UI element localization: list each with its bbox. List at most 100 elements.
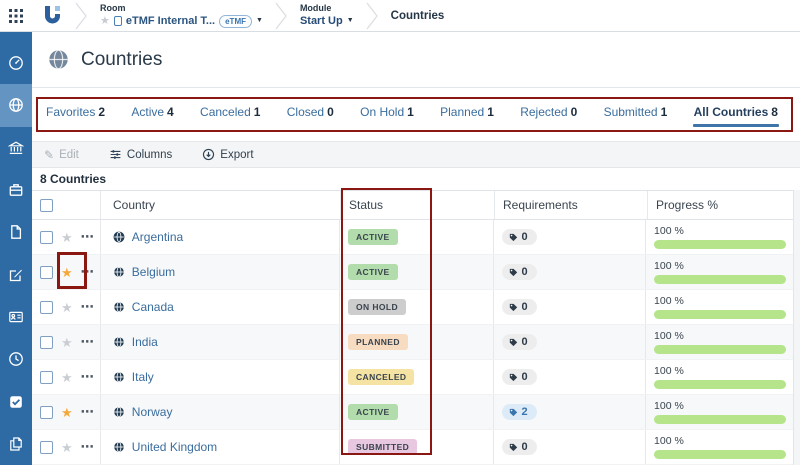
row-checkbox[interactable] <box>40 406 53 419</box>
table-body: ★ ⋯ Argentina ACTIVE 0 100 % <box>32 220 800 465</box>
country-link[interactable]: Italy <box>132 370 154 384</box>
table-row-norway: ★ ⋯ Norway ACTIVE 2 100 % <box>32 395 800 430</box>
row-actions-menu[interactable]: ⋯ <box>81 442 94 452</box>
status-badge: CANCELED <box>348 369 414 385</box>
globe-icon <box>113 371 125 383</box>
row-actions-menu[interactable]: ⋯ <box>81 267 94 277</box>
columns-button[interactable]: Columns <box>109 148 172 161</box>
favorite-star-icon[interactable]: ★ <box>61 301 73 314</box>
copy-files-icon <box>8 436 24 452</box>
sidebar-item-contacts[interactable] <box>0 296 32 338</box>
row-checkbox[interactable] <box>40 231 53 244</box>
status-badge: ACTIVE <box>348 264 398 280</box>
sidebar-item-institutions[interactable] <box>0 127 32 169</box>
tag-icon <box>509 268 518 277</box>
vertical-scrollbar[interactable] <box>793 190 800 465</box>
room-favorite-star-icon[interactable]: ★ <box>100 14 110 28</box>
column-header-status[interactable]: Status <box>340 191 494 219</box>
sidebar-item-copy-documents[interactable] <box>0 423 32 465</box>
row-actions-menu[interactable]: ⋯ <box>81 302 94 312</box>
row-actions-menu[interactable]: ⋯ <box>81 372 94 382</box>
favorite-star-icon[interactable]: ★ <box>61 336 73 349</box>
tab-all-countries[interactable]: All Countries8 <box>694 105 778 119</box>
tab-planned[interactable]: Planned1 <box>440 105 494 119</box>
favorite-star-icon[interactable]: ★ <box>61 231 73 244</box>
favorite-star-icon[interactable]: ★ <box>61 371 73 384</box>
pencil-icon: ✎ <box>44 148 54 162</box>
select-all-checkbox[interactable] <box>40 199 53 212</box>
country-link[interactable]: Norway <box>132 405 173 419</box>
tab-closed[interactable]: Closed0 <box>287 105 334 119</box>
tag-icon <box>509 233 518 242</box>
progress-value: 100 % <box>654 400 786 412</box>
module-caret-down-icon: ▼ <box>347 14 354 28</box>
requirements-chip[interactable]: 0 <box>502 264 537 280</box>
requirements-chip[interactable]: 2 <box>502 404 537 420</box>
row-actions-menu[interactable]: ⋯ <box>81 407 94 417</box>
tag-icon <box>509 303 518 312</box>
breadcrumb-module-selector[interactable]: Module Start Up ▼ <box>288 0 366 31</box>
column-header-country[interactable]: Country <box>100 191 340 219</box>
vault-logo-icon <box>44 5 61 26</box>
sidebar-item-products[interactable] <box>0 169 32 211</box>
dashboard-icon <box>8 55 24 71</box>
app-logo[interactable] <box>32 0 75 31</box>
row-checkbox[interactable] <box>40 336 53 349</box>
column-header-progress[interactable]: Progress % <box>647 191 800 219</box>
sidebar-item-documents[interactable] <box>0 211 32 253</box>
progress-indicator: 100 % <box>654 365 786 389</box>
requirements-chip[interactable]: 0 <box>502 369 537 385</box>
sidebar-item-forms[interactable] <box>0 253 32 295</box>
favorite-star-icon[interactable]: ★ <box>61 441 73 454</box>
row-checkbox[interactable] <box>40 266 53 279</box>
breadcrumb-room-selector[interactable]: Room ★ eTMF Internal T... eTMF ▼ <box>88 0 275 31</box>
bank-icon <box>8 140 24 156</box>
tag-icon <box>509 443 518 452</box>
column-header-requirements[interactable]: Requirements <box>494 191 647 219</box>
progress-value: 100 % <box>654 295 786 307</box>
tab-active[interactable]: Active4 <box>131 105 173 119</box>
progress-indicator: 100 % <box>654 295 786 319</box>
breadcrumb-separator <box>75 0 88 31</box>
document-icon <box>8 224 24 240</box>
app-switcher-button[interactable] <box>0 0 32 31</box>
sidebar-item-tasks[interactable] <box>0 380 32 422</box>
tab-rejected[interactable]: Rejected0 <box>520 105 577 119</box>
edit-button[interactable]: ✎ Edit <box>44 148 79 162</box>
tab-favorites[interactable]: Favorites2 <box>46 105 105 119</box>
country-link[interactable]: Canada <box>132 300 174 314</box>
row-actions-menu[interactable]: ⋯ <box>81 232 94 242</box>
progress-indicator: 100 % <box>654 225 786 249</box>
row-checkbox[interactable] <box>40 301 53 314</box>
export-button[interactable]: Export <box>202 148 253 161</box>
tab-canceled[interactable]: Canceled1 <box>200 105 260 119</box>
row-actions-menu[interactable]: ⋯ <box>81 337 94 347</box>
requirements-chip[interactable]: 0 <box>502 299 537 315</box>
requirements-chip[interactable]: 0 <box>502 229 537 245</box>
room-name: eTMF Internal T... <box>126 14 215 28</box>
globe-icon <box>113 266 125 278</box>
country-link[interactable]: United Kingdom <box>132 440 217 454</box>
favorite-star-icon[interactable]: ★ <box>61 406 73 419</box>
requirements-chip[interactable]: 0 <box>502 334 537 350</box>
tab-submitted[interactable]: Submitted1 <box>604 105 668 119</box>
country-link[interactable]: India <box>132 335 158 349</box>
row-checkbox[interactable] <box>40 371 53 384</box>
sidebar-item-history[interactable] <box>0 338 32 380</box>
requirements-chip[interactable]: 0 <box>502 439 537 455</box>
row-checkbox[interactable] <box>40 441 53 454</box>
tag-icon <box>509 373 518 382</box>
country-link[interactable]: Argentina <box>132 230 183 244</box>
sidebar-item-countries[interactable] <box>0 84 32 126</box>
country-link[interactable]: Belgium <box>132 265 175 279</box>
tab-on-hold[interactable]: On Hold1 <box>360 105 414 119</box>
main-content: Countries Favorites2 Active4 Canceled1 C… <box>32 32 800 465</box>
progress-value: 100 % <box>654 435 786 447</box>
sidebar-item-dashboard[interactable] <box>0 42 32 84</box>
favorite-star-icon[interactable]: ★ <box>61 266 73 279</box>
status-badge: SUBMITTED <box>348 439 417 455</box>
status-badge: PLANNED <box>348 334 408 350</box>
apps-grid-icon <box>9 9 23 23</box>
progress-value: 100 % <box>654 365 786 377</box>
room-label: Room <box>100 3 263 14</box>
